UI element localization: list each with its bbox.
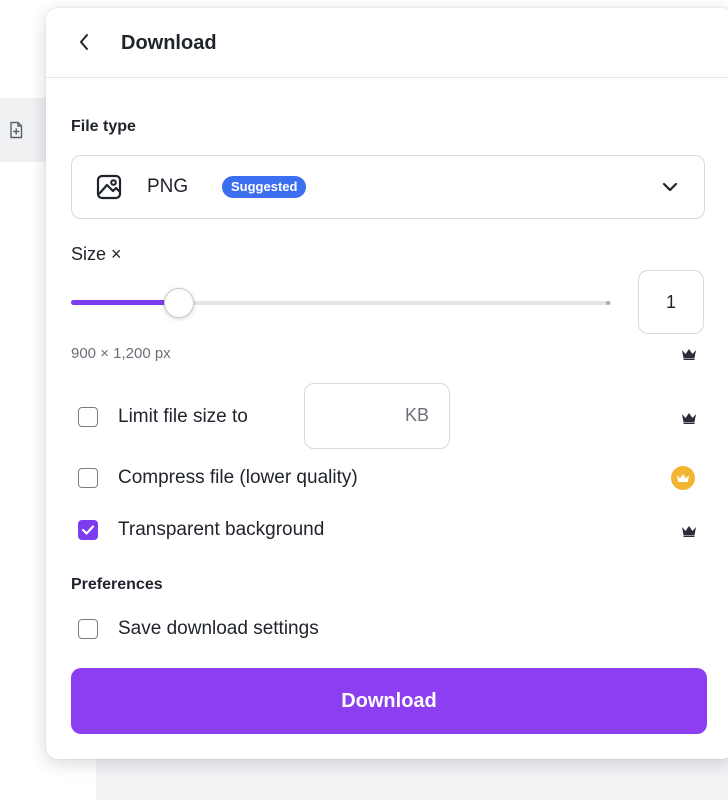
- file-type-label: File type: [71, 118, 136, 135]
- panel-header: Download: [46, 8, 728, 78]
- slider-end-marker: [606, 301, 610, 305]
- image-icon: [96, 174, 122, 200]
- editor-side-rail: [0, 0, 46, 800]
- checkmark-icon: [81, 525, 95, 535]
- canvas-background: [96, 758, 728, 800]
- save-download-settings-checkbox[interactable]: [78, 619, 98, 639]
- compress-file-label: Compress file (lower quality): [118, 467, 358, 488]
- kb-unit-label: KB: [404, 405, 429, 425]
- suggested-badge: Suggested: [222, 176, 307, 198]
- download-panel: Download File type PNG Suggested Size × …: [46, 8, 728, 759]
- crown-icon: [682, 526, 696, 537]
- download-button[interactable]: Download: [71, 668, 707, 734]
- size-slider[interactable]: [71, 286, 611, 320]
- file-type-select[interactable]: PNG Suggested: [71, 155, 705, 219]
- save-download-settings-option[interactable]: Save download settings: [78, 615, 319, 643]
- scale-input[interactable]: 1: [638, 270, 704, 334]
- pro-crown-badge: [671, 466, 695, 490]
- panel-title: Download: [121, 32, 217, 54]
- back-button[interactable]: [72, 30, 96, 54]
- file-type-value: PNG: [147, 176, 189, 197]
- crown-icon: [676, 473, 690, 482]
- save-download-settings-label: Save download settings: [118, 618, 319, 639]
- dimensions-text: 900 × 1,200 px: [71, 345, 171, 362]
- transparent-background-option[interactable]: Transparent background: [78, 516, 324, 544]
- preferences-label: Preferences: [71, 576, 163, 593]
- transparent-background-label: Transparent background: [118, 519, 325, 540]
- compress-file-checkbox[interactable]: [78, 468, 98, 488]
- add-page-icon[interactable]: [8, 121, 24, 139]
- slider-thumb[interactable]: [164, 288, 194, 318]
- limit-file-size-label: Limit file size to: [118, 406, 248, 427]
- transparent-background-checkbox[interactable]: [78, 520, 98, 540]
- crown-icon: [682, 413, 696, 424]
- limit-file-size-option[interactable]: Limit file size to: [78, 403, 248, 431]
- crown-icon: [682, 349, 696, 360]
- stage: Download File type PNG Suggested Size × …: [0, 0, 728, 800]
- chevron-down-icon: [662, 182, 678, 192]
- file-size-limit-input[interactable]: KB: [304, 383, 450, 449]
- limit-file-size-checkbox[interactable]: [78, 407, 98, 427]
- compress-file-option[interactable]: Compress file (lower quality): [78, 464, 358, 492]
- slider-fill: [71, 300, 179, 305]
- size-label: Size ×: [71, 244, 122, 264]
- chevron-left-icon: [80, 34, 88, 50]
